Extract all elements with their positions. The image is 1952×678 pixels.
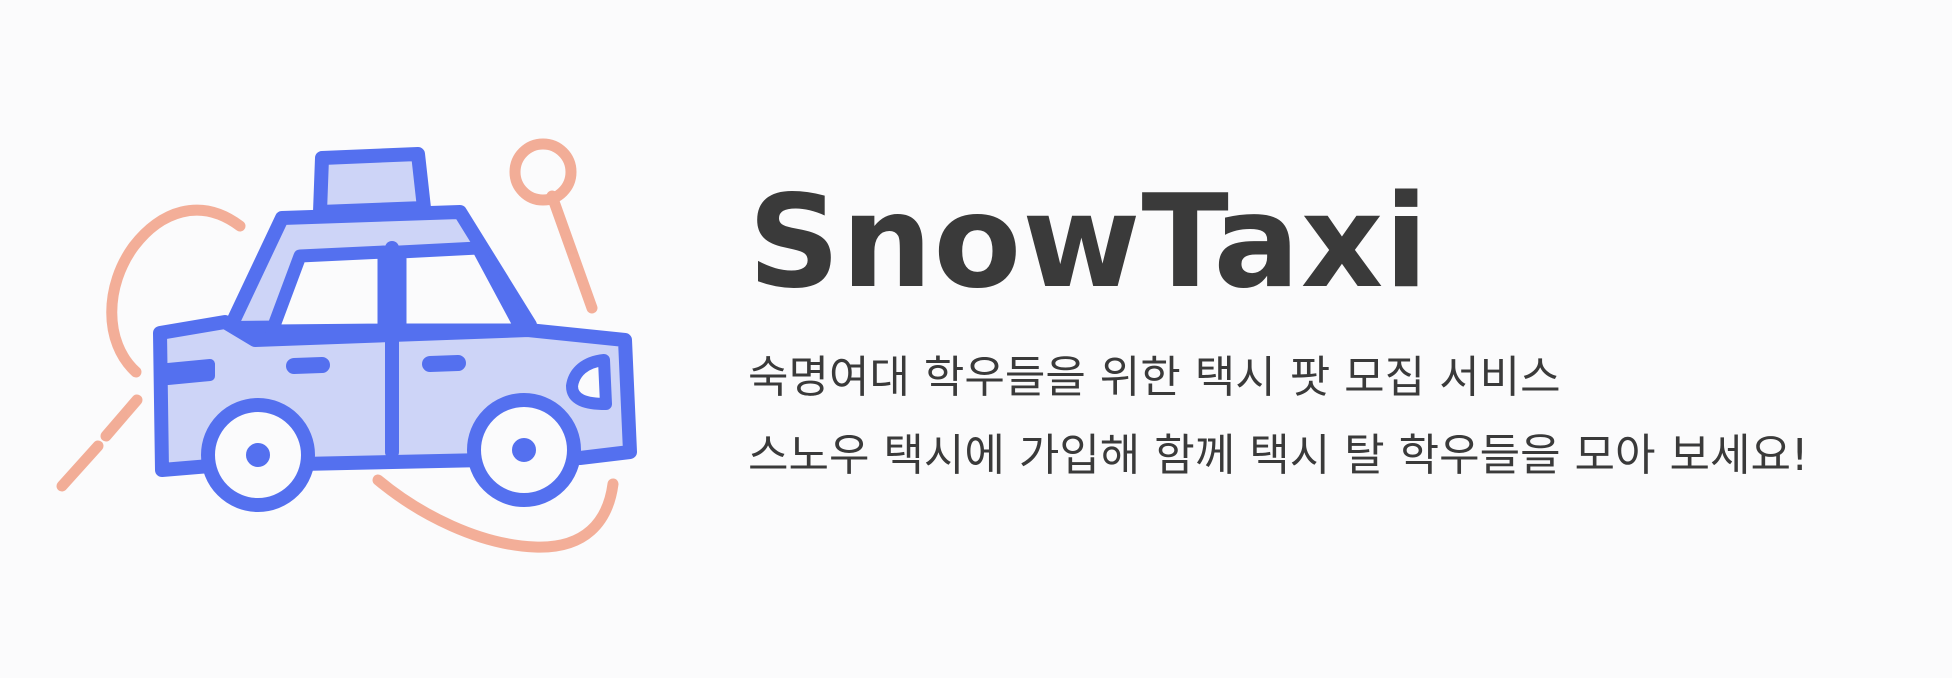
hero-banner: SnowTaxi 숙명여대 학우들을 위한 택시 팟 모집 서비스 스노우 택시… bbox=[0, 0, 1952, 678]
hero-text: SnowTaxi 숙명여대 학우들을 위한 택시 팟 모집 서비스 스노우 택시… bbox=[748, 168, 1928, 482]
taxi-headlight bbox=[163, 359, 215, 385]
taxi-window-rear bbox=[393, 241, 529, 337]
taxi-wheel-rear-hub bbox=[512, 438, 536, 462]
taxi-handle-rear bbox=[422, 355, 466, 372]
tagline-line-2: 스노우 택시에 가입해 함께 택시 탈 학우들을 모아 보세요! bbox=[748, 430, 1809, 481]
taxi-roof-sign bbox=[313, 147, 431, 219]
taxi-illustration bbox=[56, 138, 637, 553]
decor-dash-bottom-left-2 bbox=[56, 440, 104, 492]
taxi-taillight bbox=[566, 354, 612, 410]
decor-dash-bottom-left bbox=[100, 394, 143, 442]
map-pin-icon bbox=[509, 138, 598, 314]
taxi-handle-front bbox=[286, 357, 330, 374]
taxi-wheel-front-hub bbox=[246, 443, 270, 467]
tagline-line-1: 숙명여대 학우들을 위한 택시 팟 모집 서비스 bbox=[748, 352, 1561, 403]
app-title: SnowTaxi bbox=[748, 168, 1430, 317]
